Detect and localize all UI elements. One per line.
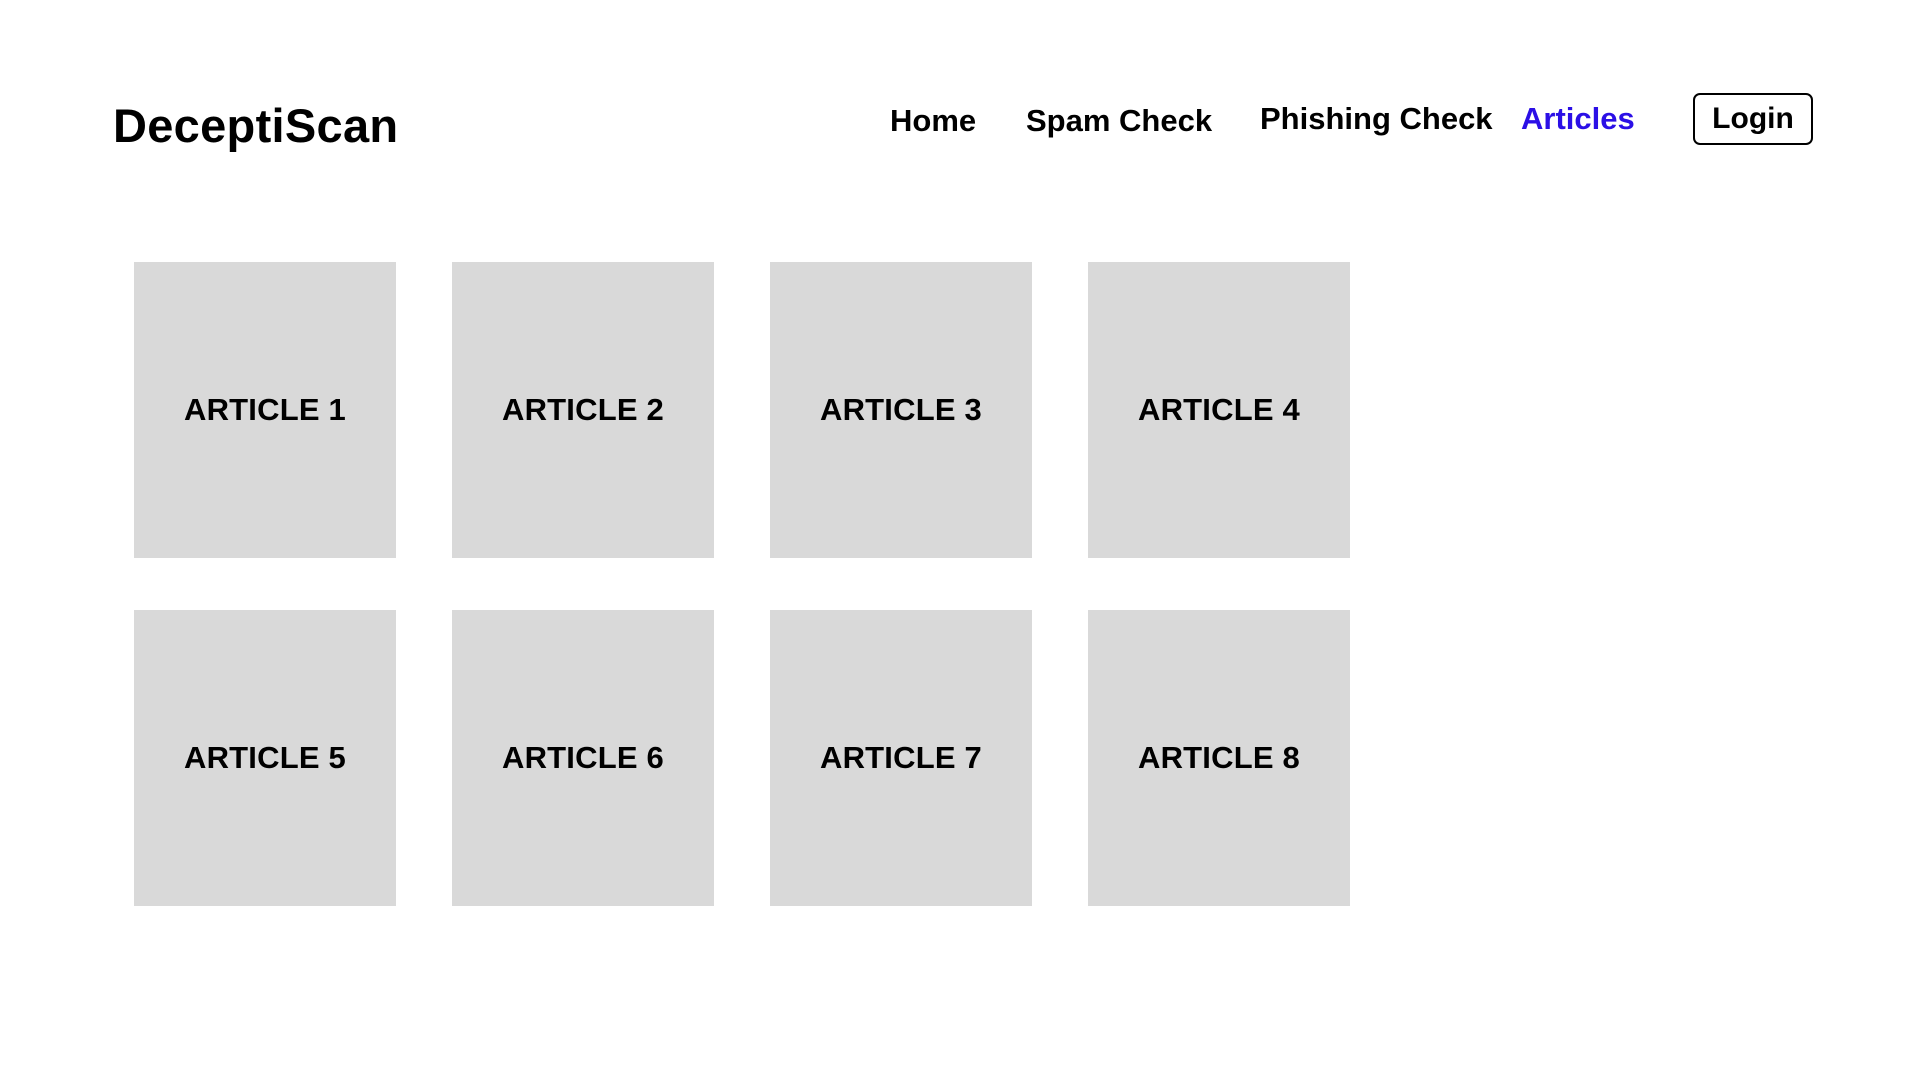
nav-home[interactable]: Home <box>890 102 976 140</box>
article-card[interactable]: ARTICLE 5 <box>134 610 396 906</box>
article-title: ARTICLE 2 <box>502 392 664 427</box>
article-card[interactable]: ARTICLE 1 <box>134 262 396 558</box>
article-card[interactable]: ARTICLE 6 <box>452 610 714 906</box>
page: DeceptiScan Home Spam Check Phishing Che… <box>0 0 1920 1080</box>
article-card[interactable]: ARTICLE 3 <box>770 262 1032 558</box>
login-button[interactable]: Login <box>1693 93 1813 145</box>
nav-phishing-check[interactable]: Phishing Check <box>1260 100 1493 138</box>
article-card[interactable]: ARTICLE 7 <box>770 610 1032 906</box>
article-card[interactable]: ARTICLE 8 <box>1088 610 1350 906</box>
article-title: ARTICLE 8 <box>1138 740 1300 775</box>
article-grid: ARTICLE 1 ARTICLE 2 ARTICLE 3 ARTICLE 4 … <box>134 262 1350 906</box>
article-card[interactable]: ARTICLE 4 <box>1088 262 1350 558</box>
nav-articles[interactable]: Articles <box>1521 100 1635 138</box>
article-title: ARTICLE 4 <box>1138 392 1300 427</box>
article-title: ARTICLE 3 <box>820 392 982 427</box>
site-logo[interactable]: DeceptiScan <box>113 98 398 154</box>
article-title: ARTICLE 7 <box>820 740 982 775</box>
nav-spam-check[interactable]: Spam Check <box>1026 102 1212 140</box>
article-title: ARTICLE 5 <box>184 740 346 775</box>
article-card[interactable]: ARTICLE 2 <box>452 262 714 558</box>
article-title: ARTICLE 1 <box>184 392 346 427</box>
article-title: ARTICLE 6 <box>502 740 664 775</box>
